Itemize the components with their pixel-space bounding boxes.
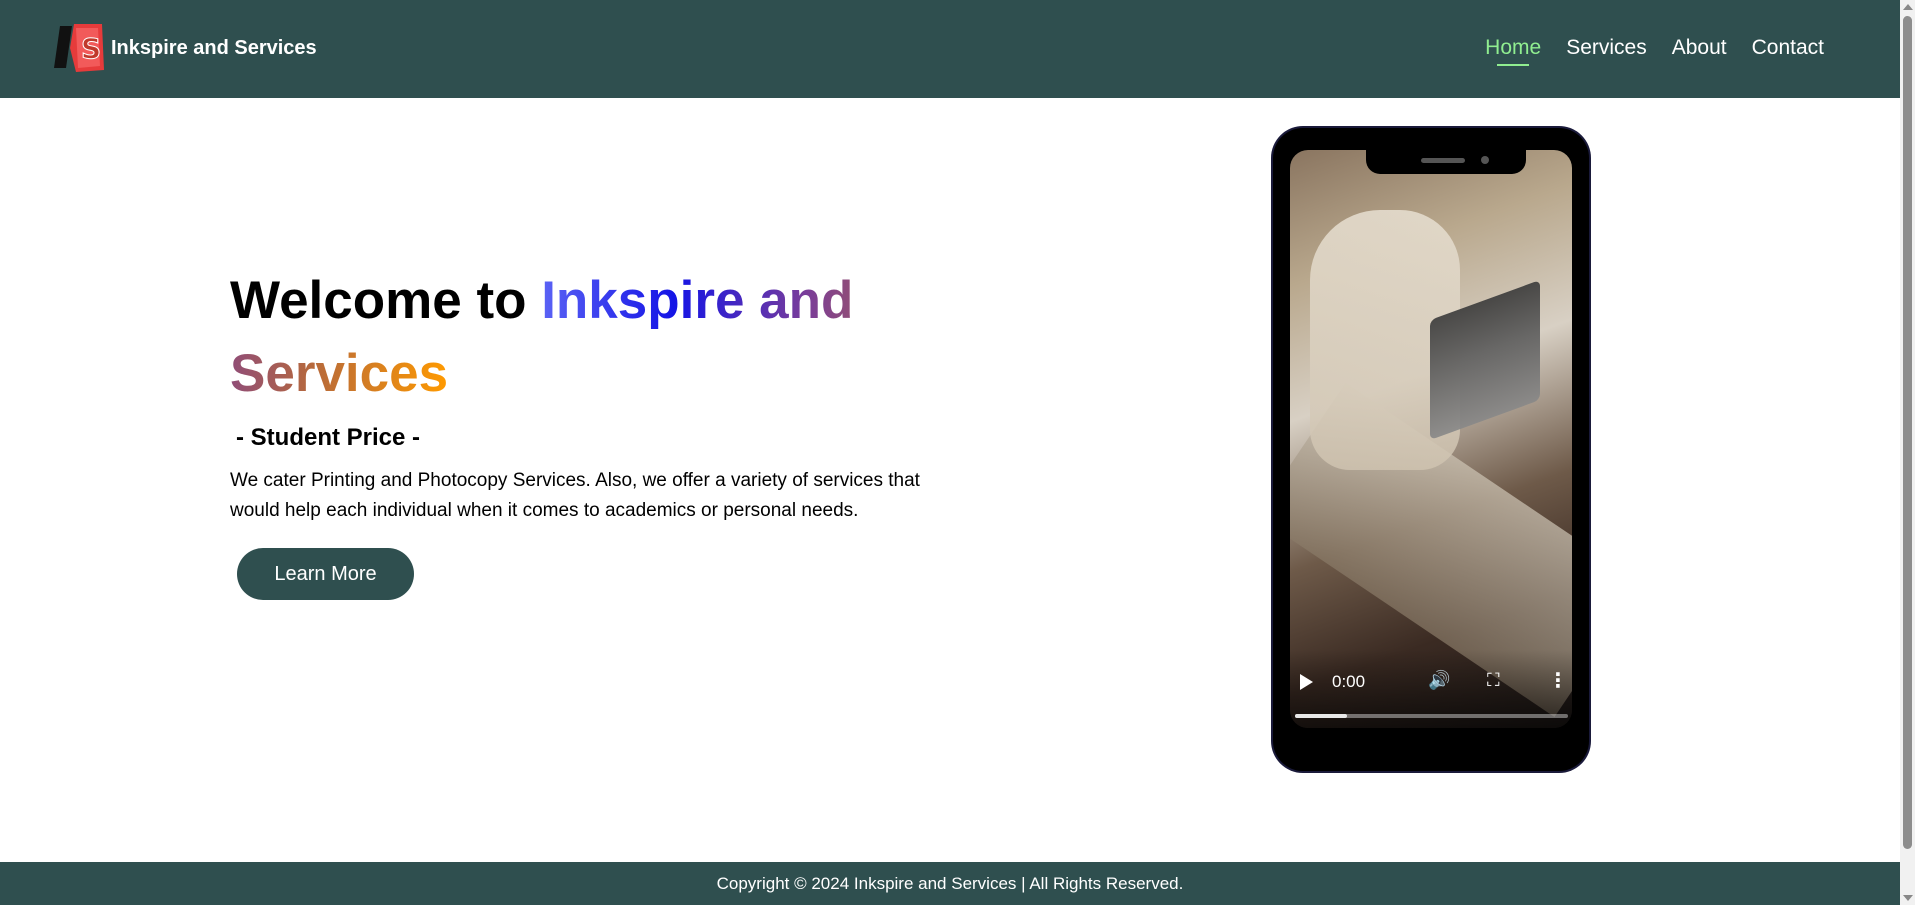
- site-header: S Inkspire and Services Home Services Ab…: [0, 0, 1900, 98]
- scroll-up-icon[interactable]: [1903, 4, 1913, 10]
- logo-icon[interactable]: S: [52, 20, 106, 74]
- video-progress-bar[interactable]: [1295, 714, 1568, 718]
- nav-services[interactable]: Services: [1566, 34, 1647, 62]
- speaker-icon: [1421, 158, 1465, 163]
- nav-about[interactable]: About: [1672, 34, 1727, 62]
- video-time: 0:00: [1332, 672, 1366, 691]
- volume-icon[interactable]: 🔊: [1428, 670, 1450, 691]
- hero-subtitle: - Student Price -: [236, 424, 421, 451]
- fullscreen-icon[interactable]: ⛶: [1487, 670, 1500, 691]
- hero-title-prefix: Welcome to: [230, 271, 542, 330]
- footer-copyright: Copyright © 2024 Inkspire and Services |…: [716, 874, 1184, 893]
- page: S Inkspire and Services Home Services Ab…: [0, 0, 1915, 905]
- scrollbar-thumb[interactable]: [1903, 16, 1912, 849]
- site-footer: Copyright © 2024 Inkspire and Services |…: [0, 862, 1900, 905]
- hero-title: Welcome to Inkspire and Services: [230, 264, 970, 410]
- hero-description: We cater Printing and Photocopy Services…: [230, 470, 920, 521]
- nav-home[interactable]: Home: [1485, 34, 1541, 66]
- phone-notch: [1366, 150, 1526, 174]
- play-icon[interactable]: [1300, 674, 1313, 690]
- page-scrollbar[interactable]: [1900, 0, 1915, 905]
- scroll-down-icon[interactable]: [1903, 895, 1913, 901]
- video-controls: 0:00 🔊 ⛶ ⋮: [1290, 650, 1572, 728]
- brand-name[interactable]: Inkspire and Services: [111, 35, 317, 61]
- logo-letter: S: [81, 32, 101, 65]
- learn-more-button[interactable]: Learn More: [237, 548, 414, 600]
- phone-mockup: 0:00 🔊 ⛶ ⋮: [1273, 128, 1589, 771]
- camera-icon: [1481, 156, 1489, 164]
- video-player[interactable]: 0:00 🔊 ⛶ ⋮: [1290, 150, 1572, 728]
- more-options-icon[interactable]: ⋮: [1548, 668, 1568, 693]
- main-nav: Home Services About Contact: [1460, 34, 1824, 66]
- nav-contact[interactable]: Contact: [1752, 34, 1824, 62]
- video-progress-fill: [1295, 714, 1347, 718]
